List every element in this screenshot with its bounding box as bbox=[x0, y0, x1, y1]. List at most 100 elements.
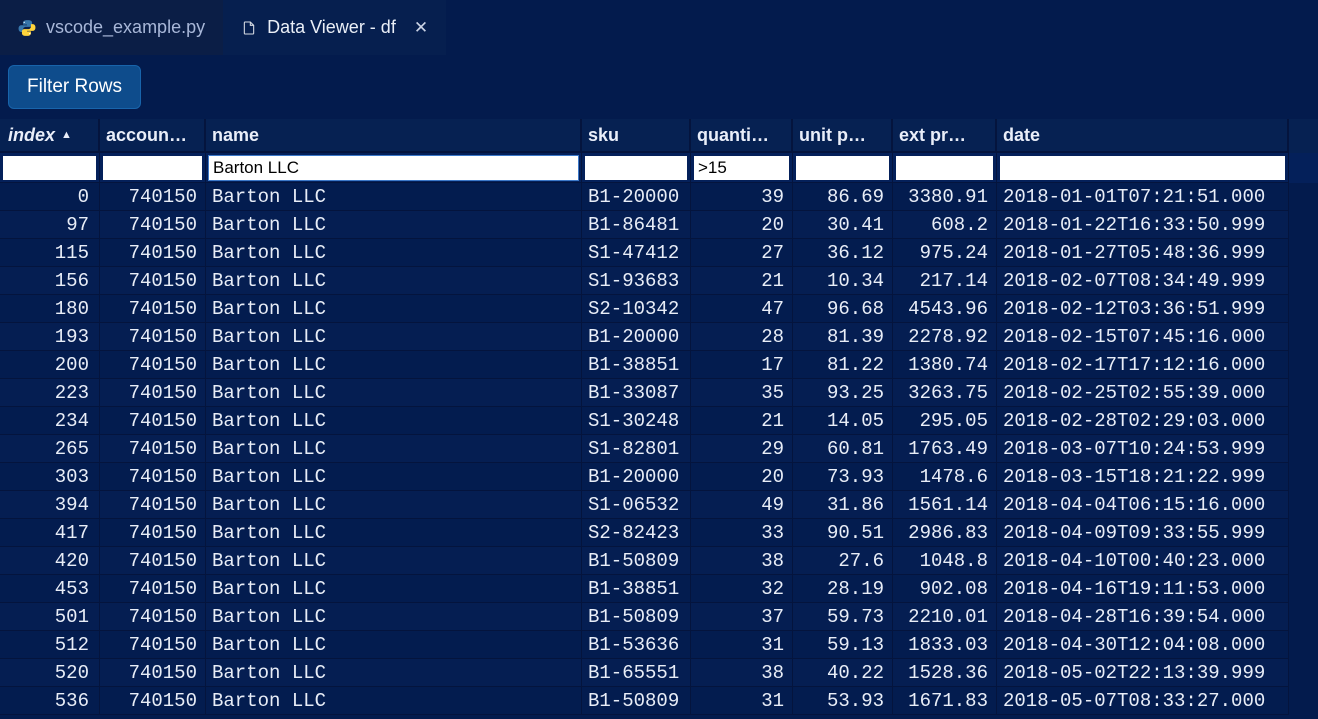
cell-date: 2018-01-27T05:48:36.999 bbox=[997, 239, 1289, 267]
filter-rows-button[interactable]: Filter Rows bbox=[8, 65, 141, 109]
cell-index: 115 bbox=[0, 239, 100, 267]
cell-quantity: 31 bbox=[691, 631, 793, 659]
cell-unit_price: 81.22 bbox=[793, 351, 893, 379]
cell-index: 97 bbox=[0, 211, 100, 239]
cell-sku: B1-20000 bbox=[582, 463, 691, 491]
cell-ext_price: 3263.75 bbox=[893, 379, 997, 407]
table-row[interactable]: 193740150Barton LLCB1-200002881.392278.9… bbox=[0, 323, 1318, 351]
cell-name: Barton LLC bbox=[206, 323, 582, 351]
cell-account: 740150 bbox=[100, 183, 206, 211]
column-header-quantity[interactable]: quanti… bbox=[691, 119, 793, 153]
cell-sku: B1-20000 bbox=[582, 183, 691, 211]
filter-input-quantity[interactable] bbox=[694, 156, 789, 180]
table-row[interactable]: 303740150Barton LLCB1-200002073.931478.6… bbox=[0, 463, 1318, 491]
cell-date: 2018-02-15T07:45:16.000 bbox=[997, 323, 1289, 351]
cell-index: 536 bbox=[0, 687, 100, 715]
table-row[interactable]: 512740150Barton LLCB1-536363159.131833.0… bbox=[0, 631, 1318, 659]
filter-input-ext-price[interactable] bbox=[896, 156, 993, 180]
cell-ext_price: 1380.74 bbox=[893, 351, 997, 379]
file-icon bbox=[241, 20, 257, 36]
filter-input-date[interactable] bbox=[1000, 156, 1285, 180]
close-icon[interactable]: ✕ bbox=[414, 18, 428, 38]
cell-quantity: 31 bbox=[691, 687, 793, 715]
cell-account: 740150 bbox=[100, 659, 206, 687]
table-row[interactable]: 200740150Barton LLCB1-388511781.221380.7… bbox=[0, 351, 1318, 379]
table-row[interactable]: 520740150Barton LLCB1-655513840.221528.3… bbox=[0, 659, 1318, 687]
cell-quantity: 37 bbox=[691, 603, 793, 631]
column-header-account[interactable]: accoun… bbox=[100, 119, 206, 153]
cell-date: 2018-04-28T16:39:54.000 bbox=[997, 603, 1289, 631]
cell-quantity: 28 bbox=[691, 323, 793, 351]
column-header-date[interactable]: date bbox=[997, 119, 1289, 153]
cell-sku: B1-38851 bbox=[582, 351, 691, 379]
cell-ext_price: 975.24 bbox=[893, 239, 997, 267]
table-row[interactable]: 180740150Barton LLCS2-103424796.684543.9… bbox=[0, 295, 1318, 323]
cell-sku: B1-20000 bbox=[582, 323, 691, 351]
cell-quantity: 33 bbox=[691, 519, 793, 547]
cell-quantity: 21 bbox=[691, 267, 793, 295]
column-header-index[interactable]: index ▲ bbox=[0, 119, 100, 153]
cell-sku: B1-86481 bbox=[582, 211, 691, 239]
cell-name: Barton LLC bbox=[206, 211, 582, 239]
cell-date: 2018-01-22T16:33:50.999 bbox=[997, 211, 1289, 239]
cell-quantity: 21 bbox=[691, 407, 793, 435]
cell-date: 2018-02-17T17:12:16.000 bbox=[997, 351, 1289, 379]
cell-ext_price: 1048.8 bbox=[893, 547, 997, 575]
filter-input-unit-price[interactable] bbox=[796, 156, 889, 180]
cell-index: 512 bbox=[0, 631, 100, 659]
table-row[interactable]: 394740150Barton LLCS1-065324931.861561.1… bbox=[0, 491, 1318, 519]
python-icon bbox=[18, 19, 36, 37]
column-header-unit-price[interactable]: unit p… bbox=[793, 119, 893, 153]
cell-unit_price: 36.12 bbox=[793, 239, 893, 267]
cell-name: Barton LLC bbox=[206, 407, 582, 435]
tab-vscode-example[interactable]: vscode_example.py bbox=[0, 0, 223, 55]
filter-input-name[interactable] bbox=[209, 156, 578, 180]
data-viewer-toolbar: Filter Rows bbox=[0, 55, 1318, 119]
column-header-ext-price[interactable]: ext pr… bbox=[893, 119, 997, 153]
sort-asc-icon: ▲ bbox=[61, 129, 72, 141]
tab-label: Data Viewer - df bbox=[267, 17, 396, 38]
table-row[interactable]: 265740150Barton LLCS1-828012960.811763.4… bbox=[0, 435, 1318, 463]
cell-date: 2018-04-09T09:33:55.999 bbox=[997, 519, 1289, 547]
cell-ext_price: 3380.91 bbox=[893, 183, 997, 211]
filter-input-sku[interactable] bbox=[585, 156, 687, 180]
column-header-name[interactable]: name bbox=[206, 119, 582, 153]
cell-date: 2018-04-30T12:04:08.000 bbox=[997, 631, 1289, 659]
table-row[interactable]: 501740150Barton LLCB1-508093759.732210.0… bbox=[0, 603, 1318, 631]
cell-name: Barton LLC bbox=[206, 491, 582, 519]
cell-unit_price: 40.22 bbox=[793, 659, 893, 687]
cell-unit_price: 81.39 bbox=[793, 323, 893, 351]
filter-input-account[interactable] bbox=[103, 156, 202, 180]
table-row[interactable]: 97740150Barton LLCB1-864812030.41608.220… bbox=[0, 211, 1318, 239]
cell-sku: B1-53636 bbox=[582, 631, 691, 659]
grid-filter-row bbox=[0, 153, 1318, 183]
cell-ext_price: 1528.36 bbox=[893, 659, 997, 687]
cell-unit_price: 53.93 bbox=[793, 687, 893, 715]
cell-name: Barton LLC bbox=[206, 463, 582, 491]
tab-data-viewer[interactable]: Data Viewer - df ✕ bbox=[223, 0, 446, 55]
cell-unit_price: 10.34 bbox=[793, 267, 893, 295]
column-header-sku[interactable]: sku bbox=[582, 119, 691, 153]
cell-quantity: 38 bbox=[691, 547, 793, 575]
cell-date: 2018-02-25T02:55:39.000 bbox=[997, 379, 1289, 407]
table-row[interactable]: 115740150Barton LLCS1-474122736.12975.24… bbox=[0, 239, 1318, 267]
table-row[interactable]: 223740150Barton LLCB1-330873593.253263.7… bbox=[0, 379, 1318, 407]
cell-unit_price: 31.86 bbox=[793, 491, 893, 519]
cell-index: 265 bbox=[0, 435, 100, 463]
cell-index: 200 bbox=[0, 351, 100, 379]
cell-quantity: 17 bbox=[691, 351, 793, 379]
filter-input-index[interactable] bbox=[3, 156, 96, 180]
cell-date: 2018-03-15T18:21:22.999 bbox=[997, 463, 1289, 491]
table-row[interactable]: 234740150Barton LLCS1-302482114.05295.05… bbox=[0, 407, 1318, 435]
cell-sku: B1-50809 bbox=[582, 603, 691, 631]
cell-sku: S1-06532 bbox=[582, 491, 691, 519]
table-row[interactable]: 417740150Barton LLCS2-824233390.512986.8… bbox=[0, 519, 1318, 547]
table-row[interactable]: 453740150Barton LLCB1-388513228.19902.08… bbox=[0, 575, 1318, 603]
cell-name: Barton LLC bbox=[206, 183, 582, 211]
table-row[interactable]: 0740150Barton LLCB1-200003986.693380.912… bbox=[0, 183, 1318, 211]
table-row[interactable]: 536740150Barton LLCB1-508093153.931671.8… bbox=[0, 687, 1318, 715]
table-row[interactable]: 420740150Barton LLCB1-508093827.61048.82… bbox=[0, 547, 1318, 575]
cell-name: Barton LLC bbox=[206, 351, 582, 379]
table-row[interactable]: 156740150Barton LLCS1-936832110.34217.14… bbox=[0, 267, 1318, 295]
cell-sku: B1-50809 bbox=[582, 547, 691, 575]
